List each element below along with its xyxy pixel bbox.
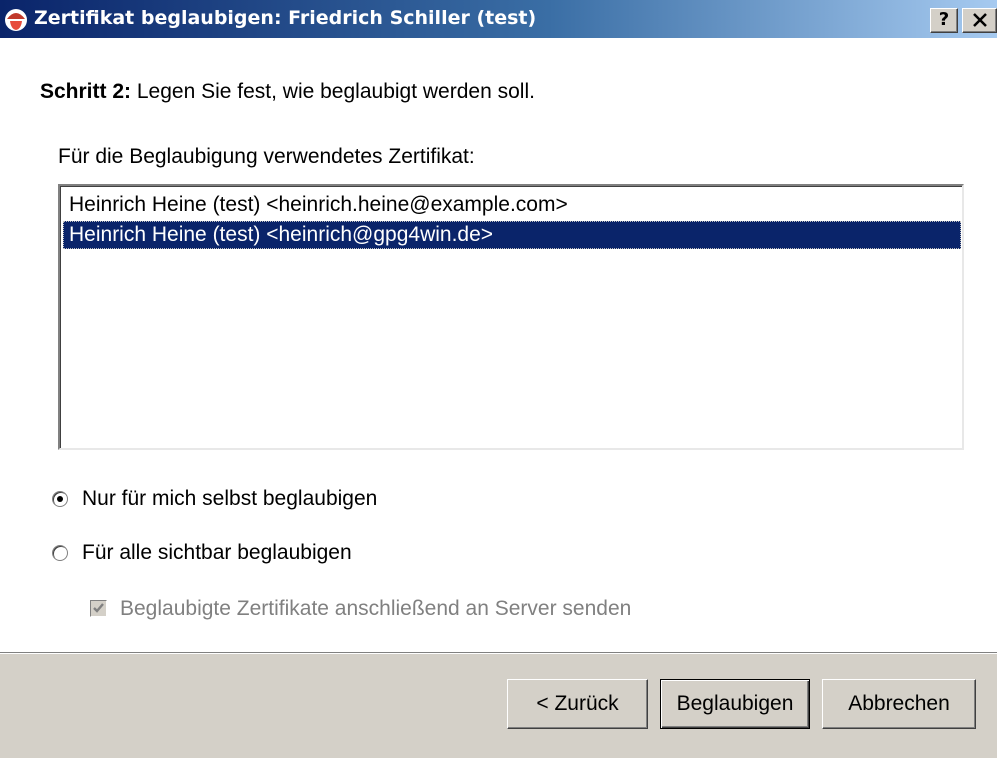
certify-dialog: Zertifikat beglaubigen: Friedrich Schill… — [0, 0, 997, 758]
close-button[interactable] — [962, 8, 997, 33]
gpg4win-app-icon — [5, 9, 27, 31]
back-button[interactable]: < Zurück — [507, 679, 648, 729]
certificate-list-label: Für die Beglaubigung verwendetes Zertifi… — [58, 145, 475, 168]
cancel-button[interactable]: Abbrechen — [822, 679, 976, 729]
radio-certify-all-label[interactable]: Für alle sichtbar beglaubigen — [82, 538, 352, 568]
radio-certify-self-label[interactable]: Nur für mich selbst beglaubigen — [82, 484, 377, 514]
certificate-list[interactable]: Heinrich Heine (test) <heinrich.heine@ex… — [58, 184, 964, 450]
check-mark-icon — [93, 603, 104, 613]
certificate-list-item-selected[interactable]: Heinrich Heine (test) <heinrich@gpg4win.… — [63, 221, 961, 249]
checkbox-disabled-checked[interactable] — [90, 600, 107, 617]
radio-button-unchecked[interactable] — [52, 545, 68, 561]
send-to-server-label[interactable]: Beglaubigte Zertifikate anschließend an … — [120, 594, 631, 624]
title-bar[interactable]: Zertifikat beglaubigen: Friedrich Schill… — [0, 0, 997, 38]
window-title: Zertifikat beglaubigen: Friedrich Schill… — [34, 7, 537, 29]
certificate-list-item[interactable]: Heinrich Heine (test) <heinrich.heine@ex… — [63, 191, 961, 219]
step-description: Legen Sie fest, wie beglaubigt werden so… — [131, 80, 535, 103]
help-button[interactable]: ? — [930, 8, 958, 33]
step-number: Schritt 2: — [40, 80, 132, 103]
close-icon — [972, 13, 987, 27]
certify-button[interactable]: Beglaubigen — [660, 679, 810, 729]
step-heading: Schritt 2: Legen Sie fest, wie beglaubig… — [40, 80, 535, 104]
radio-button-checked[interactable] — [52, 491, 68, 507]
radio-dot-icon — [57, 496, 63, 502]
